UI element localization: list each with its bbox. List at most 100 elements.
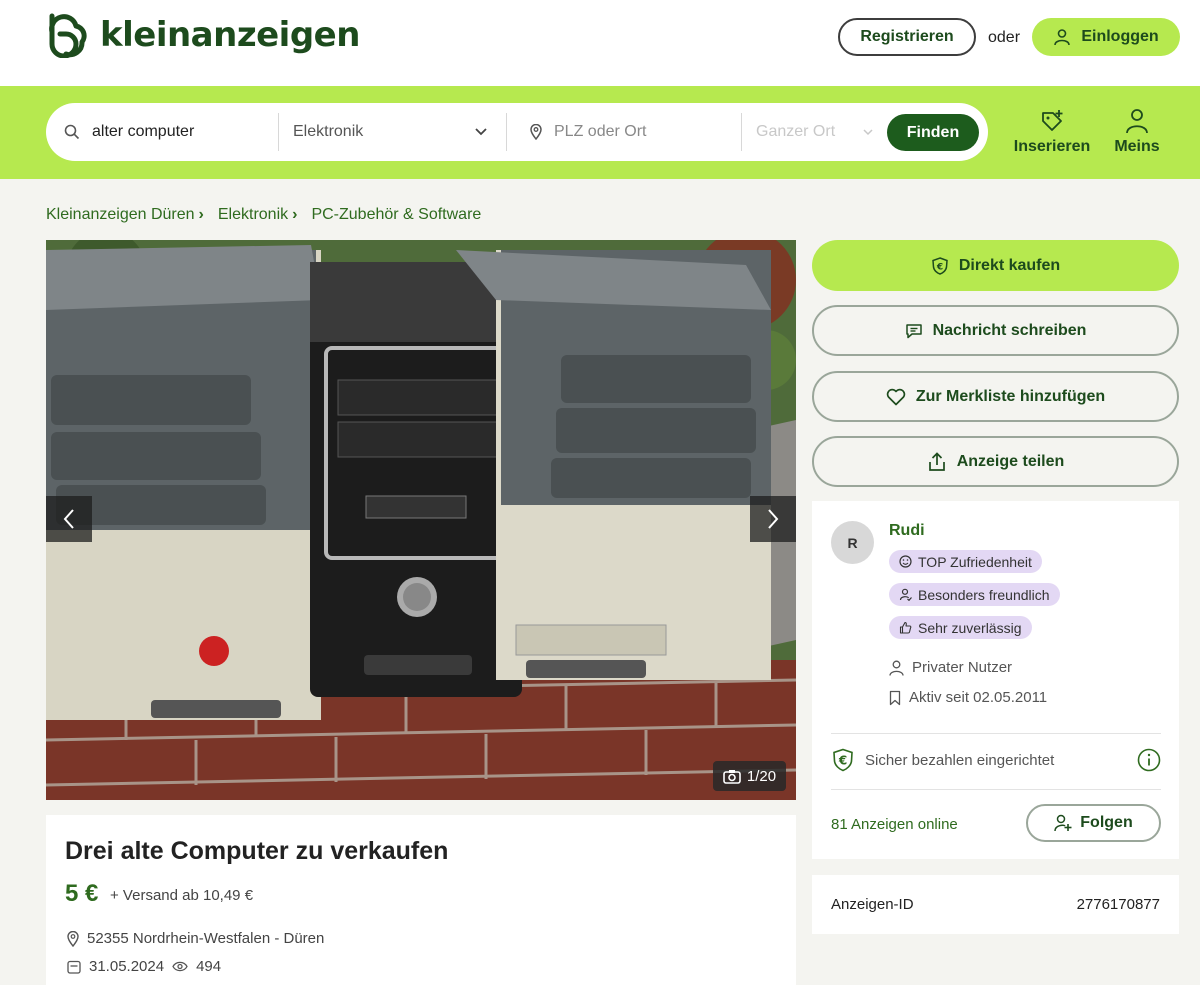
top-header: kleinanzeigen Registrieren oder Einlogge… [0, 0, 1200, 86]
my-account-button[interactable]: Meins [1112, 108, 1162, 156]
previous-image-button[interactable] [46, 496, 92, 542]
seller-type: Privater Nutzer [889, 659, 1012, 676]
next-image-button[interactable] [750, 496, 796, 542]
ad-id-value: 2776170877 [1076, 896, 1160, 913]
image-gallery[interactable]: 1/20 [46, 240, 796, 800]
send-message-button[interactable]: Nachricht schreiben [812, 305, 1179, 356]
badge-label: Sehr zuverlässig [918, 619, 1022, 636]
info-icon[interactable] [1137, 748, 1161, 772]
post-ad-label: Inserieren [1013, 138, 1091, 155]
share-listing-label: Anzeige teilen [956, 452, 1065, 470]
post-ad-button[interactable]: Inserieren [1013, 108, 1091, 156]
breadcrumb-item[interactable]: PC-Zubehör & Software [311, 206, 481, 224]
breadcrumb-item[interactable]: Kleinanzeigen Düren [46, 206, 195, 224]
camera-icon [723, 769, 741, 784]
follow-button[interactable]: Folgen [1026, 804, 1161, 842]
image-counter: 1/20 [713, 761, 786, 791]
buy-now-button[interactable]: € Direkt kaufen [812, 240, 1179, 291]
listing-location: 52355 Nordrhein-Westfalen - Düren [67, 930, 324, 947]
listing-photo [46, 240, 796, 800]
chevron-down-icon [475, 128, 487, 136]
divider [741, 113, 742, 151]
badge-friendly: Besonders freundlich [889, 583, 1060, 606]
secure-euro-icon: € [932, 256, 948, 275]
divider [831, 733, 1161, 734]
add-ad-icon [1042, 110, 1063, 131]
category-value: Elektronik [293, 123, 364, 140]
seller-ads-count[interactable]: 81 Anzeigen online [831, 816, 958, 833]
search-band: alter computer Elektronik PLZ oder Ort G… [0, 86, 1200, 179]
person-check-icon [899, 588, 912, 601]
heart-icon [886, 388, 906, 405]
secure-payment-info: € Sicher bezahlen eingerichtet [831, 748, 1161, 772]
login-button[interactable]: Einloggen [1032, 18, 1180, 56]
site-logo[interactable]: kleinanzeigen [46, 12, 360, 58]
find-button[interactable]: Finden [887, 114, 979, 151]
avatar[interactable]: R [831, 521, 874, 564]
my-account-label: Meins [1114, 138, 1160, 155]
chevron-left-icon [63, 509, 74, 529]
radius-select[interactable]: Ganzer Ort [756, 103, 874, 161]
listing-price: 5 € [65, 880, 99, 907]
search-input[interactable]: alter computer [92, 123, 194, 141]
user-icon [889, 660, 904, 676]
logo-icon [49, 13, 87, 58]
listing-details: Drei alte Computer zu verkaufen 5 € + Ve… [46, 815, 796, 985]
category-select[interactable]: Elektronik [293, 103, 488, 161]
seller-card: R Rudi TOP Zufriedenheit Besonders freun… [812, 501, 1179, 859]
ad-id-card: Anzeigen-ID 2776170877 [812, 875, 1179, 934]
image-counter-text: 1/20 [746, 767, 777, 785]
listing-date-views: 31.05.2024 494 [67, 958, 221, 975]
user-icon [1126, 109, 1148, 134]
smiley-icon [899, 555, 912, 568]
search-field[interactable]: alter computer [64, 103, 276, 161]
view-count: 494 [196, 958, 222, 975]
badge-label: Besonders freundlich [918, 586, 1050, 603]
breadcrumb-item[interactable]: Elektronik [218, 206, 288, 224]
badge-label: TOP Zufriedenheit [918, 553, 1032, 570]
chevron-down-icon [863, 129, 873, 136]
divider [831, 789, 1161, 790]
register-button[interactable]: Registrieren [838, 18, 976, 56]
logo-text: kleinanzeigen [100, 15, 360, 55]
share-listing-button[interactable]: Anzeige teilen [812, 436, 1179, 487]
seller-name[interactable]: Rudi [889, 522, 925, 540]
login-label: Einloggen [1081, 28, 1159, 45]
divider [278, 113, 279, 151]
send-message-label: Nachricht schreiben [932, 321, 1087, 339]
add-to-watchlist-button[interactable]: Zur Merkliste hinzufügen [812, 371, 1179, 422]
listing-title: Drei alte Computer zu verkaufen [65, 837, 449, 865]
location-text: 52355 Nordrhein-Westfalen - Düren [87, 930, 325, 947]
secure-euro-icon: € [833, 748, 853, 772]
badge-top-satisfaction: TOP Zufriedenheit [889, 550, 1042, 573]
shipping-cost: + Versand ab 10,49 € [110, 887, 254, 904]
eye-icon [172, 961, 188, 972]
search-icon [64, 124, 80, 140]
or-text: oder [988, 29, 1021, 46]
seller-active-since: Aktiv seit 02.05.2011 [889, 689, 1047, 706]
location-pin-icon [67, 930, 79, 947]
calendar-icon [67, 960, 81, 974]
badge-reliable: Sehr zuverlässig [889, 616, 1032, 639]
radius-value: Ganzer Ort [756, 123, 836, 140]
active-since-text: Aktiv seit 02.05.2011 [909, 689, 1048, 706]
svg-text:€: € [936, 262, 943, 272]
secure-payment-text: Sicher bezahlen eingerichtet [865, 751, 1055, 769]
search-bar: alter computer Elektronik PLZ oder Ort G… [46, 103, 988, 161]
thumbs-up-icon [899, 621, 912, 634]
follow-user-icon [1054, 814, 1072, 832]
share-icon [928, 451, 945, 471]
add-to-watchlist-label: Zur Merkliste hinzufügen [915, 387, 1106, 405]
svg-text:€: € [838, 754, 847, 768]
user-icon [1054, 29, 1071, 46]
divider [506, 113, 507, 151]
breadcrumb-separator: › [198, 206, 204, 223]
listing-date: 31.05.2024 [89, 958, 165, 975]
location-input[interactable]: PLZ oder Ort [554, 123, 646, 141]
location-field[interactable]: PLZ oder Ort [530, 103, 730, 161]
chevron-right-icon [768, 509, 779, 529]
location-pin-icon [530, 124, 542, 140]
message-icon [905, 323, 922, 338]
seller-type-text: Privater Nutzer [912, 659, 1013, 676]
bookmark-icon [889, 690, 901, 705]
